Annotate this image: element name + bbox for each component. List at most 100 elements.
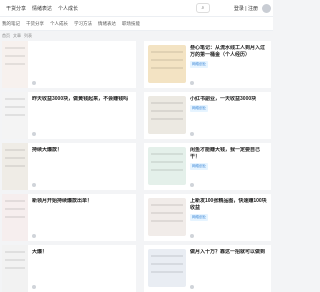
thumbnail-graphic xyxy=(151,153,183,155)
right-article-card[interactable]: 小红书副业，一天收益3000块 网络创业 xyxy=(144,92,271,139)
left-article-card[interactable]: 新领月开始持续爆款出单！ xyxy=(2,194,136,241)
thumbnail-graphic xyxy=(5,259,25,261)
right-article-card[interactable]: 闲鱼才能赚大钱，我一定要自己干！ 网络创业 xyxy=(144,143,271,190)
article-meta xyxy=(190,183,268,187)
article-title[interactable]: 做月入十万？靠这一招就可以做到 xyxy=(190,249,268,256)
article-meta xyxy=(190,285,268,289)
article-thumbnail[interactable] xyxy=(2,245,28,292)
article-thumbnail[interactable] xyxy=(2,92,28,139)
thumbnail-graphic xyxy=(5,216,25,218)
top-navigation-bar: 干货分享 情绪表达 个人成长 ⌕ 登录 | 注册 xyxy=(0,0,273,17)
nav-item-growth[interactable]: 个人成长 xyxy=(58,5,78,12)
article-column-left: 昨天收益3000块，做黄钱起来，不会赚钱吗 持续大爆款！ 新领月开始持续爆款出单！ 大… xyxy=(2,41,136,292)
thumbnail-graphic xyxy=(5,165,25,167)
article-title[interactable]: 持续大爆款！ xyxy=(32,147,133,154)
avatar[interactable] xyxy=(262,3,271,13)
article-title[interactable]: 闲鱼才能赚大钱，我一定要自己干！ xyxy=(190,147,268,161)
article-thumbnail[interactable] xyxy=(148,249,186,287)
article-card-body: 上新发100张精品图，快速赚100块收益网络创业 xyxy=(186,194,271,241)
article-meta xyxy=(190,81,268,85)
article-thumbnail[interactable] xyxy=(2,41,28,88)
article-meta xyxy=(190,132,268,136)
right-article-card[interactable]: 做月入十万？靠这一招就可以做到 xyxy=(144,245,271,292)
thumbnail-graphic xyxy=(5,98,25,100)
article-title[interactable]: 大爆！ xyxy=(32,249,133,256)
article-thumbnail[interactable] xyxy=(148,96,186,134)
article-card-body: 叁心笔记：从流水线工人到月入过万的第一桶金（个人经历） 网络创业 xyxy=(186,41,271,88)
article-title[interactable]: 小红书副业，一天收益3000块 xyxy=(190,96,268,103)
thumbnail-graphic xyxy=(151,59,183,61)
article-thumbnail[interactable] xyxy=(148,147,186,185)
article-thumbnail[interactable] xyxy=(148,198,186,236)
category-tag[interactable]: 网络创业 xyxy=(190,105,208,112)
right-article-card[interactable]: 叁心笔记：从流水线工人到月入过万的第一桶金（个人经历） 网络创业 xyxy=(144,41,271,88)
login-link[interactable]: 登录 | 注册 xyxy=(234,5,258,12)
left-article-card[interactable]: 大爆！ xyxy=(2,245,136,292)
article-title[interactable]: 叁心笔记：从流水线工人到月入过万的第一桶金（个人经历） xyxy=(190,45,268,59)
nav-item-dry-goods[interactable]: 干货分享 xyxy=(6,5,26,12)
category-tag[interactable]: 网络创业 xyxy=(190,163,208,170)
thumbnail-graphic xyxy=(151,271,183,273)
article-meta xyxy=(190,234,268,238)
subnav-item[interactable]: 情绪表达 xyxy=(98,21,116,27)
article-meta xyxy=(32,132,133,136)
article-card-body: 做月入十万？靠这一招就可以做到 xyxy=(186,245,271,292)
breadcrumb-articles[interactable]: 文章 xyxy=(13,33,21,39)
article-card-body: 小红书副业，一天收益3000块 网络创业 xyxy=(186,92,271,139)
article-thumbnail[interactable] xyxy=(148,45,186,83)
search-icon[interactable]: ⌕ xyxy=(195,3,210,13)
article-title[interactable]: 昨天收益3000块，做黄钱起来，不会赚钱吗 xyxy=(32,96,133,103)
article-column-right: 叁心笔记：从流水线工人到月入过万的第一桶金（个人经历） 网络创业 小红书副业，一天收… xyxy=(144,41,271,292)
thumbnail-graphic xyxy=(151,161,183,163)
thumbnail-graphic xyxy=(5,251,25,253)
author-avatar xyxy=(190,183,194,187)
thumbnail-graphic xyxy=(5,200,25,202)
subnav-item[interactable]: 干货分享 xyxy=(26,21,44,27)
thumbnail-graphic xyxy=(5,47,25,49)
subnav-item[interactable]: 我的笔记 xyxy=(2,21,20,27)
author-avatar xyxy=(190,132,194,136)
thumbnail-graphic xyxy=(151,110,183,112)
article-title[interactable]: 新领月开始持续爆款出单！ xyxy=(32,198,133,205)
thumbnail-graphic xyxy=(151,204,183,206)
category-tag[interactable]: 网络创业 xyxy=(190,214,208,221)
left-article-card[interactable] xyxy=(2,41,136,88)
article-card-body: 大爆！ xyxy=(28,245,136,292)
subnav-item[interactable]: 职场技能 xyxy=(122,21,140,27)
thumbnail-graphic xyxy=(151,220,183,222)
left-article-card[interactable]: 昨天收益3000块，做黄钱起来，不会赚钱吗 xyxy=(2,92,136,139)
subnav-item[interactable]: 个人成长 xyxy=(50,21,68,27)
category-tag[interactable]: 网络创业 xyxy=(190,61,208,68)
breadcrumb-home[interactable]: 首页 xyxy=(2,33,10,39)
article-meta xyxy=(32,183,133,187)
thumbnail-graphic xyxy=(5,106,25,108)
thumbnail-graphic xyxy=(151,118,183,120)
thumbnail-graphic xyxy=(5,157,25,159)
author-avatar xyxy=(32,234,36,238)
thumbnail-graphic xyxy=(5,267,25,269)
sub-navigation: 我的笔记 干货分享 个人成长 学习方法 情绪表达 职场技能 xyxy=(0,17,273,31)
thumbnail-graphic xyxy=(151,263,183,265)
subnav-item[interactable]: 学习方法 xyxy=(74,21,92,27)
right-article-card[interactable]: 上新发100张精品图，快速赚100块收益网络创业 xyxy=(144,194,271,241)
thumbnail-graphic xyxy=(151,51,183,53)
thumbnail-graphic xyxy=(5,149,25,151)
thumbnail-graphic xyxy=(151,255,183,257)
article-card-body: 持续大爆款！ xyxy=(28,143,136,190)
thumbnail-graphic xyxy=(151,102,183,104)
article-thumbnail[interactable] xyxy=(2,143,28,190)
article-title[interactable]: 上新发100张精品图，快速赚100块收益 xyxy=(190,198,268,212)
author-avatar xyxy=(32,81,36,85)
breadcrumb-list: 列表 xyxy=(24,33,32,38)
author-avatar xyxy=(32,132,36,136)
thumbnail-graphic xyxy=(151,212,183,214)
article-meta xyxy=(32,234,133,238)
article-card-body: 新领月开始持续爆款出单！ xyxy=(28,194,136,241)
left-article-card[interactable]: 持续大爆款！ xyxy=(2,143,136,190)
thumbnail-graphic xyxy=(5,63,25,65)
nav-item-emotion[interactable]: 情绪表达 xyxy=(32,5,52,12)
article-meta xyxy=(32,285,133,289)
author-avatar xyxy=(190,234,194,238)
article-grid: 昨天收益3000块，做黄钱起来，不会赚钱吗 持续大爆款！ 新领月开始持续爆款出单！ 大… xyxy=(0,41,273,292)
article-thumbnail[interactable] xyxy=(2,194,28,241)
